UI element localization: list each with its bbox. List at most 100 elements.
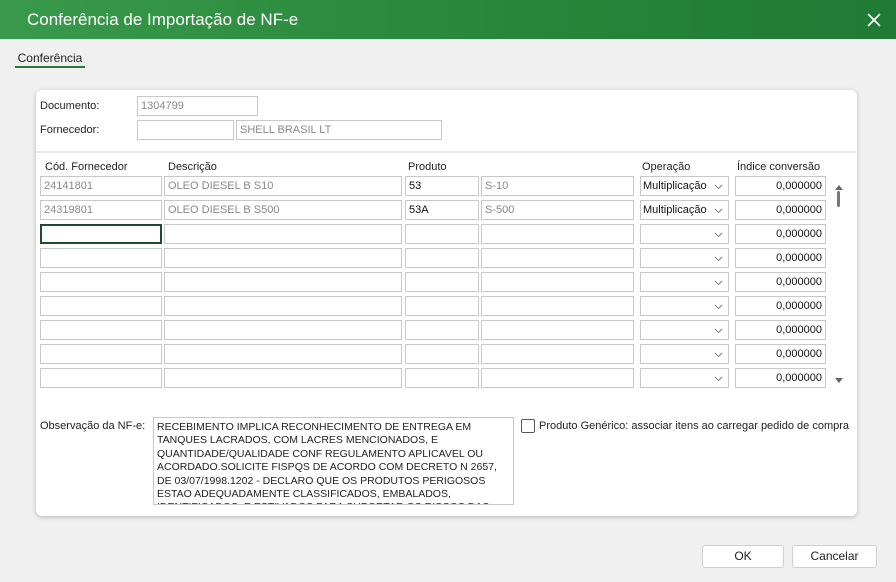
- descricao-cell[interactable]: [164, 320, 402, 340]
- indice-conversao-cell-text: 0,000000: [776, 324, 822, 336]
- descricao-cell[interactable]: [164, 248, 402, 268]
- produto-cell[interactable]: [405, 224, 479, 244]
- operacao-select[interactable]: [640, 320, 729, 340]
- col-header-cod-fornecedor: Cód. Fornecedor: [45, 161, 128, 173]
- title-bar: Conferência de Importação de NF-e: [0, 0, 896, 39]
- chevron-down-icon[interactable]: [714, 302, 723, 311]
- indice-conversao-cell-text: 0,000000: [776, 276, 822, 288]
- window-title: Conferência de Importação de NF-e: [27, 10, 299, 29]
- cod-fornecedor-cell[interactable]: 24141801: [40, 176, 162, 196]
- scrollbar-thumb[interactable]: [837, 191, 840, 207]
- produto-desc-cell[interactable]: S-10: [481, 176, 634, 196]
- produto-cell-text: 53: [409, 180, 422, 192]
- chevron-down-icon[interactable]: [714, 326, 723, 335]
- produto-cell[interactable]: [405, 344, 479, 364]
- col-header-descricao: Descrição: [168, 161, 217, 173]
- produto-desc-cell[interactable]: [481, 224, 634, 244]
- produto-cell[interactable]: [405, 320, 479, 340]
- cod-fornecedor-cell[interactable]: [40, 224, 162, 244]
- scroll-down-icon[interactable]: [833, 373, 845, 383]
- scroll-up-icon[interactable]: [833, 179, 845, 190]
- indice-conversao-cell[interactable]: 0,000000: [735, 224, 826, 244]
- descricao-cell-text: OLEO DIESEL B S500: [168, 204, 280, 216]
- produto-cell[interactable]: [405, 296, 479, 316]
- indice-conversao-cell-text: 0,000000: [776, 348, 822, 360]
- produto-generico-checkbox[interactable]: [521, 419, 535, 433]
- cod-fornecedor-cell-text: 24319801: [44, 204, 93, 216]
- produto-desc-cell-text: S-10: [485, 180, 509, 192]
- indice-conversao-cell[interactable]: 0,000000: [735, 272, 826, 292]
- operacao-select[interactable]: [640, 344, 729, 364]
- cod-fornecedor-cell[interactable]: [40, 248, 162, 268]
- produto-desc-cell[interactable]: S-500: [481, 200, 634, 220]
- chevron-down-icon[interactable]: [714, 350, 723, 359]
- ok-button[interactable]: OK: [702, 545, 784, 568]
- table-row: 24319801 OLEO DIESEL B S500 53A S-500 Multip…: [36, 200, 857, 220]
- produto-cell[interactable]: [405, 272, 479, 292]
- operacao-select[interactable]: [640, 296, 729, 316]
- col-header-indice-conversao: Índice conversão: [737, 161, 821, 173]
- descricao-cell[interactable]: [164, 272, 402, 292]
- descricao-cell[interactable]: [164, 296, 402, 316]
- operacao-select[interactable]: [640, 248, 729, 268]
- cod-fornecedor-cell[interactable]: [40, 272, 162, 292]
- table-row: 0,000000: [36, 296, 857, 316]
- descricao-cell[interactable]: [164, 368, 402, 388]
- col-header-produto: Produto: [408, 161, 447, 173]
- indice-conversao-cell[interactable]: 0,000000: [735, 200, 826, 220]
- chevron-down-icon[interactable]: [714, 206, 723, 215]
- fornecedor-code-field[interactable]: [137, 120, 234, 140]
- descricao-cell[interactable]: [164, 224, 402, 244]
- produto-desc-cell[interactable]: [481, 368, 634, 388]
- indice-conversao-cell[interactable]: 0,000000: [735, 320, 826, 340]
- descricao-cell[interactable]: OLEO DIESEL B S10: [164, 176, 402, 196]
- documento-field[interactable]: 1304799: [137, 96, 258, 116]
- indice-conversao-cell[interactable]: 0,000000: [735, 248, 826, 268]
- documento-label: Documento:: [40, 100, 100, 112]
- tab-conferencia[interactable]: Conferência: [15, 51, 85, 68]
- cod-fornecedor-cell[interactable]: [40, 320, 162, 340]
- fornecedor-name-field[interactable]: SHELL BRASIL LT: [236, 120, 442, 140]
- indice-conversao-cell[interactable]: 0,000000: [735, 368, 826, 388]
- operacao-select[interactable]: [640, 368, 729, 388]
- table-row: 0,000000: [36, 368, 857, 388]
- cod-fornecedor-cell[interactable]: [40, 344, 162, 364]
- descricao-cell-text: OLEO DIESEL B S10: [168, 180, 274, 192]
- close-icon[interactable]: [862, 8, 886, 32]
- fornecedor-label: Fornecedor:: [40, 124, 100, 136]
- cod-fornecedor-cell[interactable]: [40, 296, 162, 316]
- operacao-select[interactable]: Multiplicação: [640, 176, 729, 196]
- cod-fornecedor-cell[interactable]: 24319801: [40, 200, 162, 220]
- observacao-textarea[interactable]: RECEBIMENTO IMPLICA RECONHECIMENTO DE EN…: [153, 417, 514, 505]
- produto-desc-cell[interactable]: [481, 272, 634, 292]
- produto-cell-text: 53A: [409, 204, 429, 216]
- produto-desc-cell[interactable]: [481, 296, 634, 316]
- chevron-down-icon[interactable]: [714, 182, 723, 191]
- indice-conversao-cell[interactable]: 0,000000: [735, 176, 826, 196]
- indice-conversao-cell-text: 0,000000: [776, 300, 822, 312]
- produto-cell[interactable]: 53: [405, 176, 479, 196]
- indice-conversao-cell[interactable]: 0,000000: [735, 296, 826, 316]
- produto-cell[interactable]: [405, 368, 479, 388]
- produto-cell[interactable]: [405, 248, 479, 268]
- operacao-select-text: Multiplicação: [643, 204, 707, 216]
- operacao-select[interactable]: [640, 272, 729, 292]
- cancel-button[interactable]: Cancelar: [792, 545, 877, 568]
- indice-conversao-cell-text: 0,000000: [776, 252, 822, 264]
- chevron-down-icon[interactable]: [714, 230, 723, 239]
- descricao-cell[interactable]: OLEO DIESEL B S500: [164, 200, 402, 220]
- indice-conversao-cell[interactable]: 0,000000: [735, 344, 826, 364]
- produto-desc-cell[interactable]: [481, 320, 634, 340]
- descricao-cell[interactable]: [164, 344, 402, 364]
- chevron-down-icon[interactable]: [714, 254, 723, 263]
- cod-fornecedor-cell[interactable]: [40, 368, 162, 388]
- produto-desc-cell-text: S-500: [485, 204, 515, 216]
- produto-desc-cell[interactable]: [481, 344, 634, 364]
- divider: [36, 151, 856, 153]
- chevron-down-icon[interactable]: [714, 278, 723, 287]
- operacao-select[interactable]: [640, 224, 729, 244]
- produto-cell[interactable]: 53A: [405, 200, 479, 220]
- chevron-down-icon[interactable]: [714, 374, 723, 383]
- produto-desc-cell[interactable]: [481, 248, 634, 268]
- operacao-select[interactable]: Multiplicação: [640, 200, 729, 220]
